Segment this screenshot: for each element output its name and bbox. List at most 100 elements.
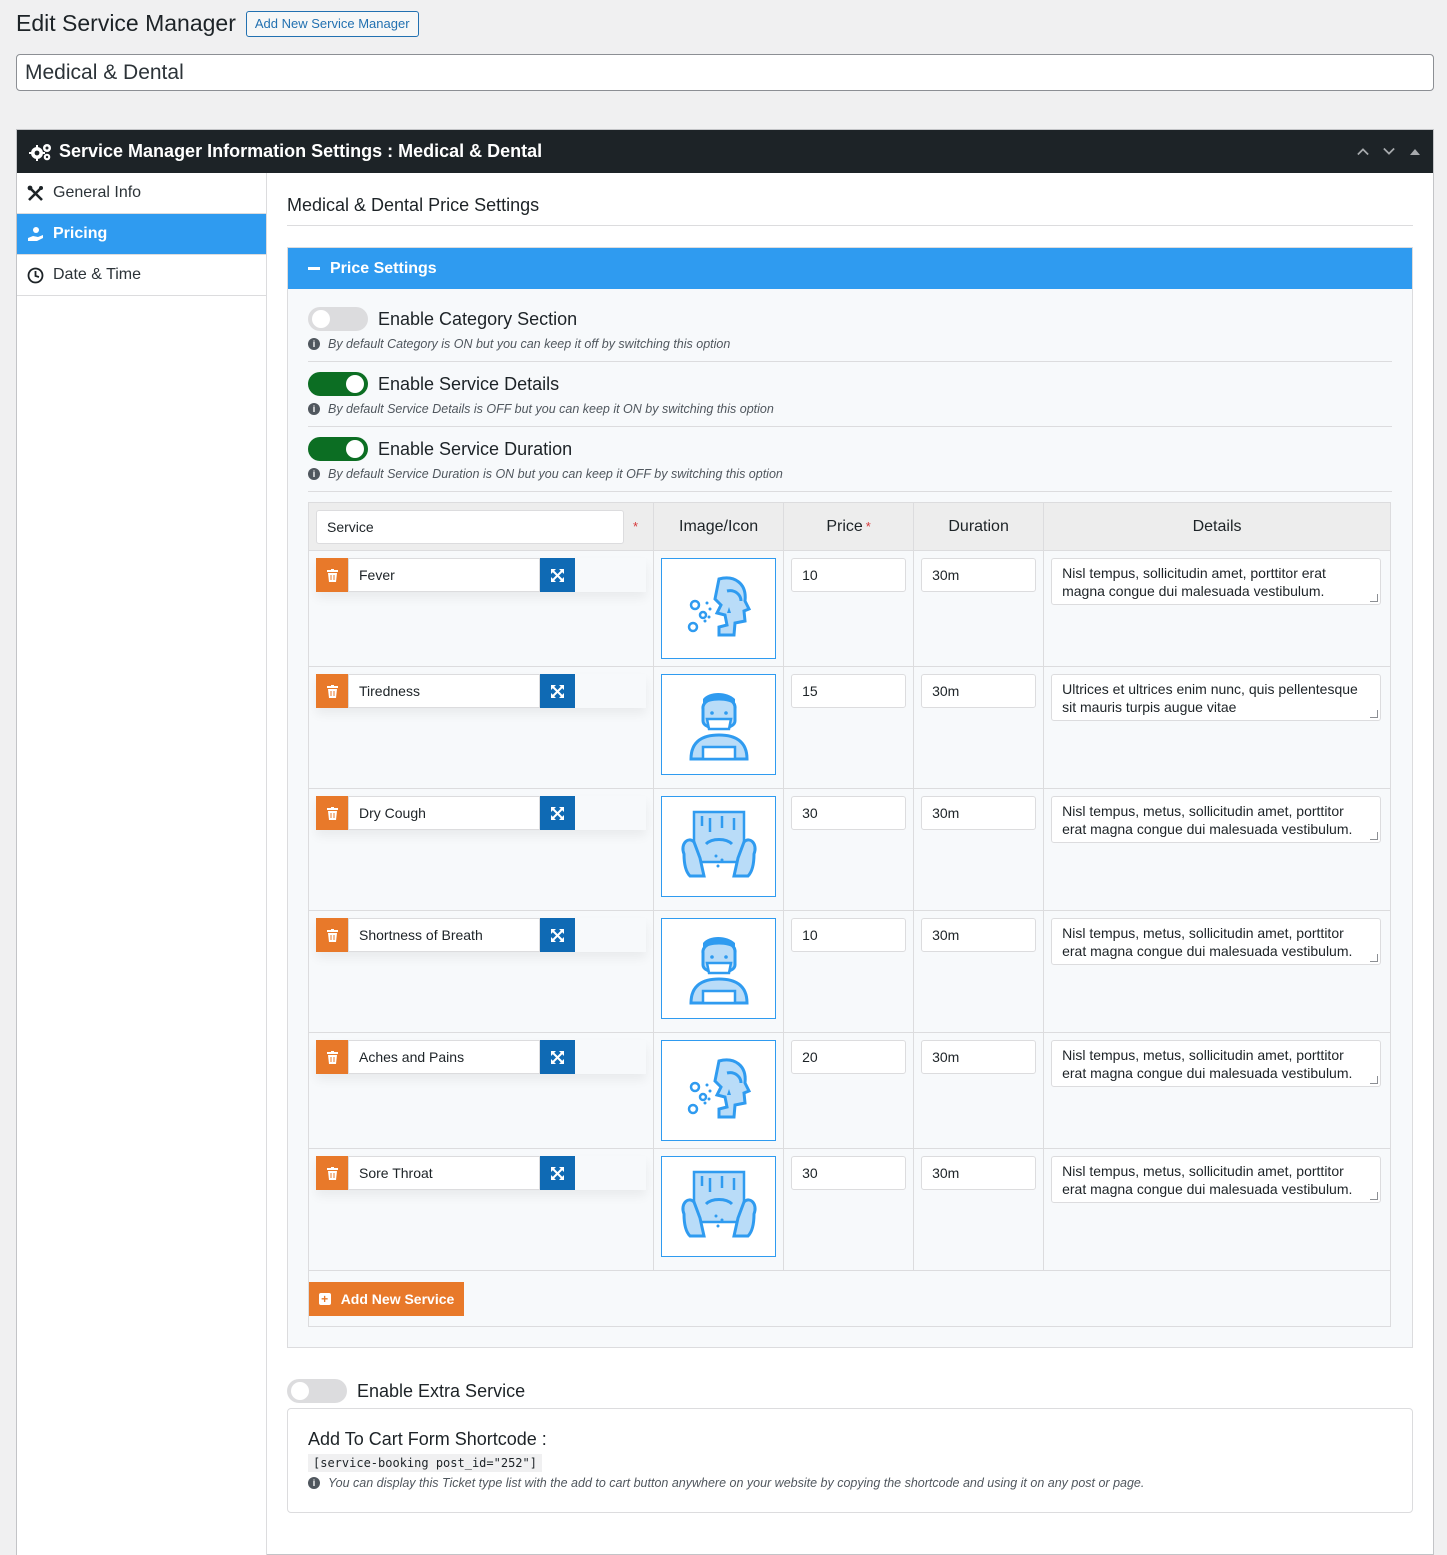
service-name-input[interactable]: Dry Cough	[348, 796, 540, 830]
resize-grip-icon[interactable]	[1370, 594, 1379, 602]
service-image-box[interactable]	[661, 796, 777, 897]
service-image-box[interactable]	[661, 918, 777, 1019]
post-title-input[interactable]	[16, 54, 1434, 91]
option-service-details: Enable Service Details i By default Servi…	[308, 372, 1392, 427]
plus-icon: +	[318, 1293, 331, 1305]
details-textarea[interactable]: Nisl tempus, sollicitudin amet, porttito…	[1051, 558, 1382, 605]
resize-grip-icon[interactable]	[1370, 1192, 1379, 1200]
page-header: Edit Service Manager Add New Service Man…	[16, 10, 419, 37]
duration-input[interactable]: 30m	[921, 558, 1037, 592]
option-category-section: Enable Category Section i By default Cate…	[308, 307, 1392, 362]
option-label: Enable Category Section	[378, 308, 578, 329]
price-settings-header[interactable]: Price Settings	[288, 248, 1412, 289]
price-input[interactable]: 20	[791, 1040, 907, 1074]
service-details-toggle[interactable]	[308, 372, 368, 396]
trash-icon	[326, 684, 338, 698]
service-image-box[interactable]	[661, 1156, 777, 1257]
tab-pricing-label: Pricing	[53, 225, 108, 242]
service-name-group: Tiredness	[316, 674, 646, 708]
expand-arrows-icon	[551, 806, 564, 820]
col-image-icon: Image/Icon	[653, 502, 785, 551]
delete-service-button[interactable]	[316, 796, 348, 830]
category-section-toggle[interactable]	[308, 307, 368, 331]
service-name-input[interactable]: Tiredness	[348, 674, 540, 708]
extra-service-label: Enable Extra Service	[357, 1380, 526, 1401]
add-new-service-button[interactable]: + Add New Service	[309, 1282, 464, 1316]
service-header-input[interactable]: Service	[316, 509, 624, 544]
col-details: Details	[1043, 502, 1391, 551]
expand-button[interactable]	[540, 558, 575, 592]
details-textarea[interactable]: Nisl tempus, metus, sollicitudin amet, p…	[1051, 1156, 1382, 1203]
delete-service-button[interactable]	[316, 1156, 348, 1190]
service-name-input[interactable]: Shortness of Breath	[348, 918, 540, 952]
tab-date-time[interactable]: Date & Time	[17, 255, 266, 296]
option-hint: By default Category is ON but you can ke…	[328, 337, 731, 351]
shortcode-code[interactable]: [service-booking post_id="252"]	[308, 1454, 542, 1472]
collapse-minus-icon	[308, 267, 320, 270]
service-name-input[interactable]: Aches and Pains	[348, 1040, 540, 1074]
duration-input[interactable]: 30m	[921, 1040, 1037, 1074]
duration-input[interactable]: 30m	[921, 674, 1037, 708]
expand-arrows-icon	[551, 1050, 564, 1064]
expand-arrows-icon	[551, 1166, 564, 1180]
tab-pricing[interactable]: Pricing	[17, 214, 266, 255]
resize-grip-icon[interactable]	[1370, 954, 1379, 962]
info-icon: i	[308, 1477, 320, 1489]
option-service-duration: Enable Service Duration i By default Serv…	[308, 437, 1392, 492]
resize-grip-icon[interactable]	[1370, 710, 1379, 718]
cough-hands-icon	[674, 1162, 764, 1252]
duration-input[interactable]: 30m	[921, 918, 1037, 952]
collapse-toggle-icon[interactable]	[1409, 146, 1421, 158]
service-duration-toggle[interactable]	[308, 437, 368, 461]
extra-service-toggle[interactable]	[287, 1379, 347, 1403]
details-textarea[interactable]: Nisl tempus, metus, sollicitudin amet, p…	[1051, 796, 1382, 843]
details-textarea[interactable]: Nisl tempus, metus, sollicitudin amet, p…	[1051, 918, 1382, 965]
tab-general-info-label: General Info	[53, 184, 142, 201]
service-image-box[interactable]	[661, 558, 777, 659]
add-new-service-manager-button[interactable]: Add New Service Manager	[245, 10, 419, 37]
details-textarea[interactable]: Ultrices et ultrices enim nunc, quis pel…	[1051, 674, 1382, 721]
service-name-input[interactable]: Sore Throat	[348, 1156, 540, 1190]
expand-button[interactable]	[540, 1040, 575, 1074]
tab-general-info[interactable]: General Info	[17, 173, 266, 214]
service-image-box[interactable]	[661, 674, 777, 775]
expand-button[interactable]	[540, 674, 575, 708]
move-up-icon[interactable]	[1357, 146, 1369, 158]
price-input[interactable]: 30	[791, 1156, 907, 1190]
delete-service-button[interactable]	[316, 918, 348, 952]
trash-icon	[326, 1166, 338, 1180]
option-label: Enable Service Duration	[378, 438, 573, 459]
service-settings-metabox: Service Manager Information Settings : M…	[16, 129, 1434, 1555]
price-input[interactable]: 15	[791, 674, 907, 708]
masked-person-icon	[679, 685, 759, 765]
delete-service-button[interactable]	[316, 558, 348, 592]
service-name-group: Shortness of Breath	[316, 918, 646, 952]
expand-arrows-icon	[551, 684, 564, 698]
resize-grip-icon[interactable]	[1370, 1076, 1379, 1084]
service-name-group: Sore Throat	[316, 1156, 646, 1190]
settings-sidebar: General Info Pricing Date & Time	[17, 173, 267, 1555]
move-down-icon[interactable]	[1383, 146, 1395, 158]
service-name-input[interactable]: Fever	[348, 558, 540, 592]
price-input[interactable]: 10	[791, 558, 907, 592]
trash-icon	[326, 568, 338, 582]
details-text: Nisl tempus, metus, sollicitudin amet, p…	[1062, 1163, 1353, 1197]
sneeze-icon	[679, 569, 759, 649]
duration-input[interactable]: 30m	[921, 1156, 1037, 1190]
price-input[interactable]: 30	[791, 796, 907, 830]
gears-icon	[29, 143, 51, 161]
service-row: Tiredness 15 30m Ultrices et ultrices en…	[307, 666, 1391, 789]
details-textarea[interactable]: Nisl tempus, metus, sollicitudin amet, p…	[1051, 1040, 1382, 1087]
service-image-box[interactable]	[661, 1040, 777, 1141]
expand-button[interactable]	[540, 1156, 575, 1190]
info-icon: i	[308, 403, 320, 415]
page-title: Edit Service Manager	[16, 10, 236, 36]
service-row: Aches and Pains 20 30m Nisl tempus, metu…	[307, 1032, 1391, 1149]
delete-service-button[interactable]	[316, 674, 348, 708]
price-input[interactable]: 10	[791, 918, 907, 952]
resize-grip-icon[interactable]	[1370, 832, 1379, 840]
duration-input[interactable]: 30m	[921, 796, 1037, 830]
expand-button[interactable]	[540, 918, 575, 952]
expand-button[interactable]	[540, 796, 575, 830]
delete-service-button[interactable]	[316, 1040, 348, 1074]
